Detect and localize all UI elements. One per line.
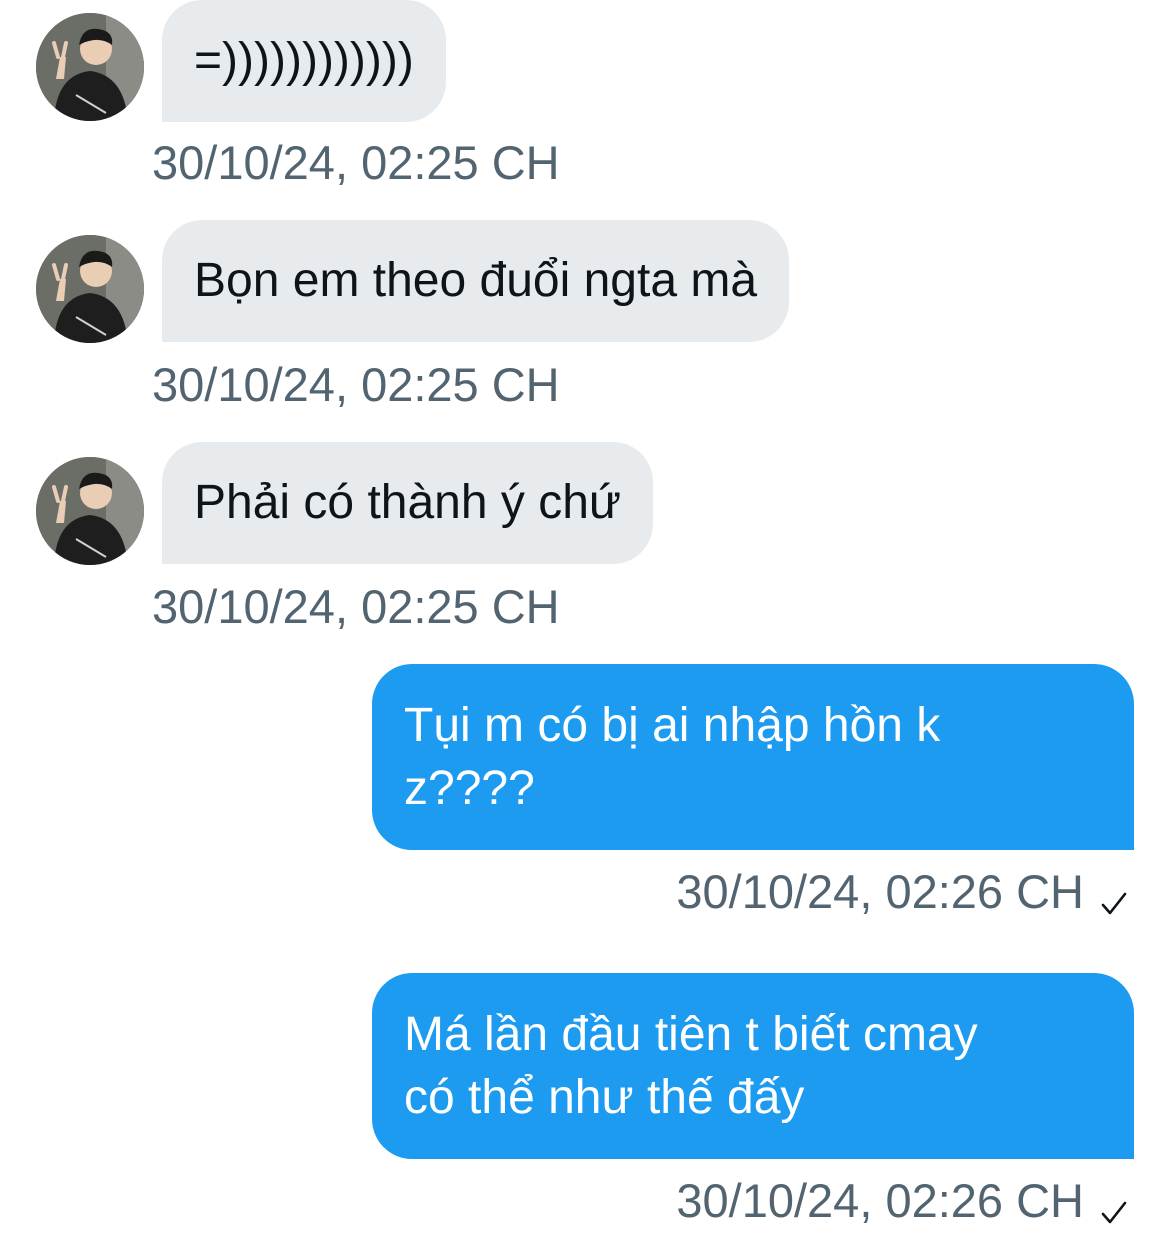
message-text-line: Má lần đầu tiên t biết cmay <box>404 1008 978 1061</box>
message-timestamp: 30/10/24, 02:26 CH <box>676 865 1084 918</box>
message-timestamp: 30/10/24, 02:25 CH <box>152 358 560 411</box>
avatar[interactable] <box>36 457 144 565</box>
message-bubble-outgoing[interactable]: Má lần đầu tiên t biết cmay có thể như t… <box>372 973 1134 1159</box>
message-bubble-incoming[interactable]: =)))))))))))) <box>162 0 446 122</box>
message-text-line: z???? <box>404 762 535 815</box>
message-text: =)))))))))))) <box>194 34 414 87</box>
message-timestamp: 30/10/24, 02:25 CH <box>152 136 560 189</box>
message-meta: 30/10/24, 02:26 CH <box>676 1173 1130 1229</box>
message-meta: 30/10/24, 02:26 CH <box>676 864 1130 920</box>
message-text-line: có thể như thế đấy <box>404 1071 805 1124</box>
message-timestamp: 30/10/24, 02:25 CH <box>152 580 560 633</box>
check-icon <box>1098 1185 1130 1224</box>
message-text: Bọn em theo đuổi ngta mà <box>194 254 758 307</box>
message-timestamp: 30/10/24, 02:26 CH <box>676 1174 1084 1227</box>
avatar[interactable] <box>36 13 144 121</box>
avatar[interactable] <box>36 235 144 343</box>
message-bubble-incoming[interactable]: Bọn em theo đuổi ngta mà <box>162 220 790 342</box>
message-text-line: Tụi m có bị ai nhập hồn k <box>404 699 941 752</box>
message-bubble-outgoing[interactable]: Tụi m có bị ai nhập hồn k z???? <box>372 664 1134 850</box>
message-bubble-incoming[interactable]: Phải có thành ý chứ <box>162 442 654 564</box>
message-text: Phải có thành ý chứ <box>194 476 622 529</box>
check-icon <box>1098 876 1130 915</box>
